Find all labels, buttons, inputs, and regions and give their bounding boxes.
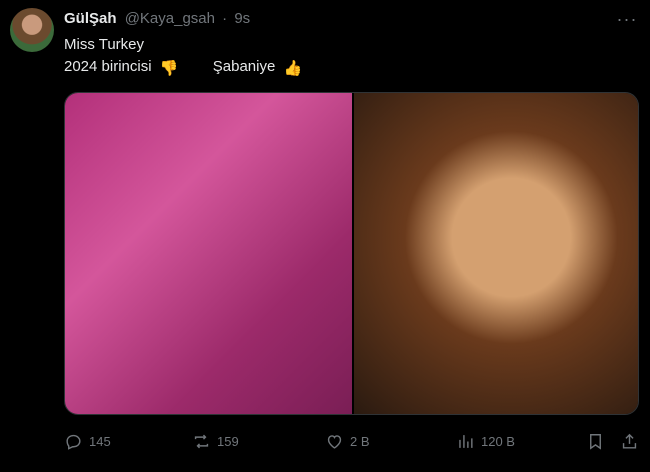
reply-count: 145 xyxy=(89,433,111,449)
reply-icon xyxy=(66,434,81,450)
avatar[interactable] xyxy=(10,8,54,52)
tweet-media[interactable] xyxy=(64,92,639,415)
tweet-header: GülŞah @Kaya_gsah · 9s xyxy=(64,10,250,28)
repost-count: 159 xyxy=(217,433,239,449)
repost-icon xyxy=(194,434,209,448)
share-button[interactable] xyxy=(620,426,639,456)
bookmark-icon xyxy=(590,433,601,450)
tweet-line-2a: 2024 birincisi xyxy=(64,58,152,75)
like-count: 2 B xyxy=(350,433,370,449)
analytics-icon xyxy=(459,434,473,448)
bookmark-button[interactable] xyxy=(586,426,605,456)
views-count: 120 B xyxy=(481,433,515,449)
media-photo-left[interactable] xyxy=(65,93,352,414)
thumbs-up-icon: 👍 xyxy=(283,60,303,77)
views-button[interactable]: 120 B xyxy=(456,426,515,456)
tweet-actions: 145 159 2 B 120 B xyxy=(64,426,642,456)
author-name[interactable]: GülŞah xyxy=(64,10,117,27)
author-handle[interactable]: @Kaya_gsah xyxy=(125,10,215,27)
separator-dot: · xyxy=(222,10,228,27)
more-options-icon[interactable]: ··· xyxy=(616,8,638,30)
heart-icon xyxy=(327,434,342,449)
media-photo-right[interactable] xyxy=(354,93,638,414)
tweet-text: Miss Turkey 2024 birincisi 👎 Şabaniye 👍 xyxy=(64,34,306,80)
tweet-line-2b: Şabaniye xyxy=(212,58,276,75)
thumbs-down-icon: 👎 xyxy=(159,60,179,77)
share-icon xyxy=(622,433,637,449)
timestamp[interactable]: 9s xyxy=(234,10,250,27)
tweet-line-1: Miss Turkey xyxy=(64,36,145,53)
repost-button[interactable]: 159 xyxy=(192,426,239,456)
like-button[interactable]: 2 B xyxy=(325,426,370,456)
reply-button[interactable]: 145 xyxy=(64,426,111,456)
